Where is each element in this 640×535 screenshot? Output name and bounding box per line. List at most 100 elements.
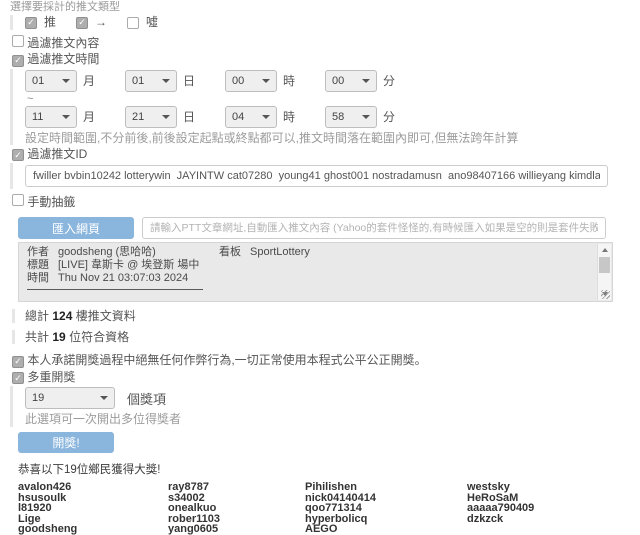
article-author-line: 作者 goodsheng (思哈哈) 看板 SportLottery xyxy=(27,246,592,259)
author-label: 作者 xyxy=(27,246,49,258)
time-to-row: 11 月 21 日 04 時 58 分 xyxy=(25,106,630,128)
filter-id-label: 過濾推文ID xyxy=(27,147,87,161)
filter-content-checkbox[interactable] xyxy=(12,35,24,47)
title-label: 標題 xyxy=(27,259,49,271)
range-tilde: ~ xyxy=(27,94,630,104)
chevron-down-icon xyxy=(362,115,370,119)
winner-name: qoo771314 xyxy=(305,503,467,514)
filter-id-option[interactable]: 過濾推文ID xyxy=(12,148,630,162)
to-day-value: 21 xyxy=(132,111,144,123)
pledge-label: 本人承諾開獎過程中絕無任何作弊行為,一切正常使用本程式公平公正開獎。 xyxy=(27,353,426,367)
hour-unit-label: 時 xyxy=(283,108,295,125)
multi-draw-hint: 此選項可一次開出多位得獎者 xyxy=(25,413,630,426)
filter-id-checkbox[interactable] xyxy=(12,149,24,161)
minute-unit-label: 分 xyxy=(383,108,395,125)
winner-name: yang0605 xyxy=(168,524,305,535)
prize-count-value: 19 xyxy=(32,392,44,404)
pledge-checkbox[interactable] xyxy=(12,356,24,368)
winner-name: goodsheng xyxy=(18,524,168,535)
board-label: 看板 xyxy=(219,246,241,258)
pledge-option[interactable]: 本人承諾開獎過程中絕無任何作弊行為,一切正常使用本程式公平公正開獎。 xyxy=(12,354,630,368)
manual-draw-label: 手動抽籤 xyxy=(27,195,75,209)
filter-time-checkbox[interactable] xyxy=(12,55,24,67)
manual-draw-option[interactable]: 手動抽籤 xyxy=(12,194,630,209)
article-content-textarea[interactable]: 作者 goodsheng (思哈哈) 看板 SportLottery 標題 [LIVE… xyxy=(18,242,613,302)
winner-name: Pihilishen xyxy=(305,482,467,493)
scroll-up-icon[interactable] xyxy=(598,244,611,256)
winner-name: l81920 xyxy=(18,503,168,514)
manual-draw-checkbox[interactable] xyxy=(12,194,24,206)
qualified-stat: 共計 19 位符合資格 xyxy=(12,330,630,344)
title-value: [LIVE] 韋斯卡 @ 埃登斯 場中 xyxy=(58,259,199,271)
time-value: Thu Nov 21 03:07:03 2024 xyxy=(58,272,188,284)
hour-unit-label: 時 xyxy=(283,72,295,89)
to-hour-select[interactable]: 04 xyxy=(225,106,277,128)
chevron-down-icon xyxy=(262,115,270,119)
filter-time-option[interactable]: 過濾推文時間 xyxy=(12,53,630,67)
import-page-button[interactable]: 匯入網頁 xyxy=(18,217,134,239)
author-value: goodsheng (思哈哈) xyxy=(58,246,156,258)
minute-unit-label: 分 xyxy=(383,72,395,89)
comment-type-label: 選擇要採計的推文類型 xyxy=(10,2,630,13)
multi-draw-checkbox[interactable] xyxy=(12,372,24,384)
article-url-input[interactable] xyxy=(142,217,606,239)
congrats-text: 恭喜以下19位鄉民獲得大獎! xyxy=(18,461,630,477)
filter-content-label: 過濾推文內容 xyxy=(27,36,99,50)
month-unit-label: 月 xyxy=(83,108,95,125)
day-unit-label: 日 xyxy=(183,108,195,125)
from-hour-select[interactable]: 00 xyxy=(225,70,277,92)
to-minute-select[interactable]: 58 xyxy=(325,106,377,128)
article-board: 看板 SportLottery xyxy=(219,246,310,259)
filter-content-option[interactable]: 過濾推文內容 xyxy=(12,35,630,50)
winner-name: hyperbolicq xyxy=(305,514,467,525)
winner-name: avalon426 xyxy=(18,482,168,493)
board-value: SportLottery xyxy=(250,246,310,258)
from-month-select[interactable]: 01 xyxy=(25,70,77,92)
winner-name: rober1103 xyxy=(168,514,305,525)
chevron-down-icon xyxy=(162,115,170,119)
chevron-down-icon xyxy=(100,396,108,400)
total-comments-stat: 總計 124 樓推文資料 xyxy=(12,309,630,323)
chevron-down-icon xyxy=(262,79,270,83)
prize-count-group: 19 個獎項 此選項可一次開出多位得獎者 xyxy=(10,386,630,427)
arrow-label: → xyxy=(95,16,107,29)
multi-draw-label: 多重開獎 xyxy=(27,370,75,384)
draw-button[interactable]: 開獎! xyxy=(18,432,114,453)
to-month-select[interactable]: 11 xyxy=(25,106,77,128)
arrow-type-option[interactable]: → xyxy=(76,16,107,29)
qualified-count: 19 xyxy=(52,330,65,344)
time-from-row: 01 月 01 日 00 時 00 分 xyxy=(25,70,630,92)
multi-draw-option[interactable]: 多重開獎 xyxy=(12,371,630,385)
winner-name: onealkuo xyxy=(168,503,305,514)
resize-grip-icon[interactable] xyxy=(601,290,610,299)
comment-type-group: 推 → 噓 xyxy=(10,15,630,30)
push-type-option[interactable]: 推 xyxy=(25,16,56,29)
push-checkbox[interactable] xyxy=(25,17,37,29)
to-day-select[interactable]: 21 xyxy=(125,106,177,128)
chevron-down-icon xyxy=(62,115,70,119)
scrollbar-thumb[interactable] xyxy=(599,257,610,273)
import-row: 匯入網頁 xyxy=(18,217,630,239)
winner-name: ray8787 xyxy=(168,482,305,493)
winner-name: Lige xyxy=(18,514,168,525)
article-separator xyxy=(27,289,203,290)
from-minute-value: 00 xyxy=(332,75,344,87)
id-filter-input[interactable] xyxy=(25,165,608,187)
to-minute-value: 58 xyxy=(332,111,344,123)
ptt-lottery-tool: 選擇要採計的推文類型 推 → 噓 過濾推文內容 過濾推文時間 01 月 01 日… xyxy=(0,0,640,535)
prize-count-row: 19 個獎項 xyxy=(25,387,630,409)
total-count: 124 xyxy=(52,309,72,323)
from-day-select[interactable]: 01 xyxy=(125,70,177,92)
winner-name: westsky xyxy=(467,482,630,493)
prize-count-select[interactable]: 19 xyxy=(25,387,115,409)
from-day-value: 01 xyxy=(132,75,144,87)
time-label: 時間 xyxy=(27,272,49,284)
push-label: 推 xyxy=(44,16,56,29)
winner-name: aaaaa790409 xyxy=(467,503,630,514)
from-minute-select[interactable]: 00 xyxy=(325,70,377,92)
arrow-checkbox[interactable] xyxy=(76,17,88,29)
winner-name: AEGO xyxy=(305,524,467,535)
chevron-down-icon xyxy=(362,79,370,83)
boo-type-option[interactable]: 噓 xyxy=(127,16,158,29)
boo-checkbox[interactable] xyxy=(127,17,139,29)
